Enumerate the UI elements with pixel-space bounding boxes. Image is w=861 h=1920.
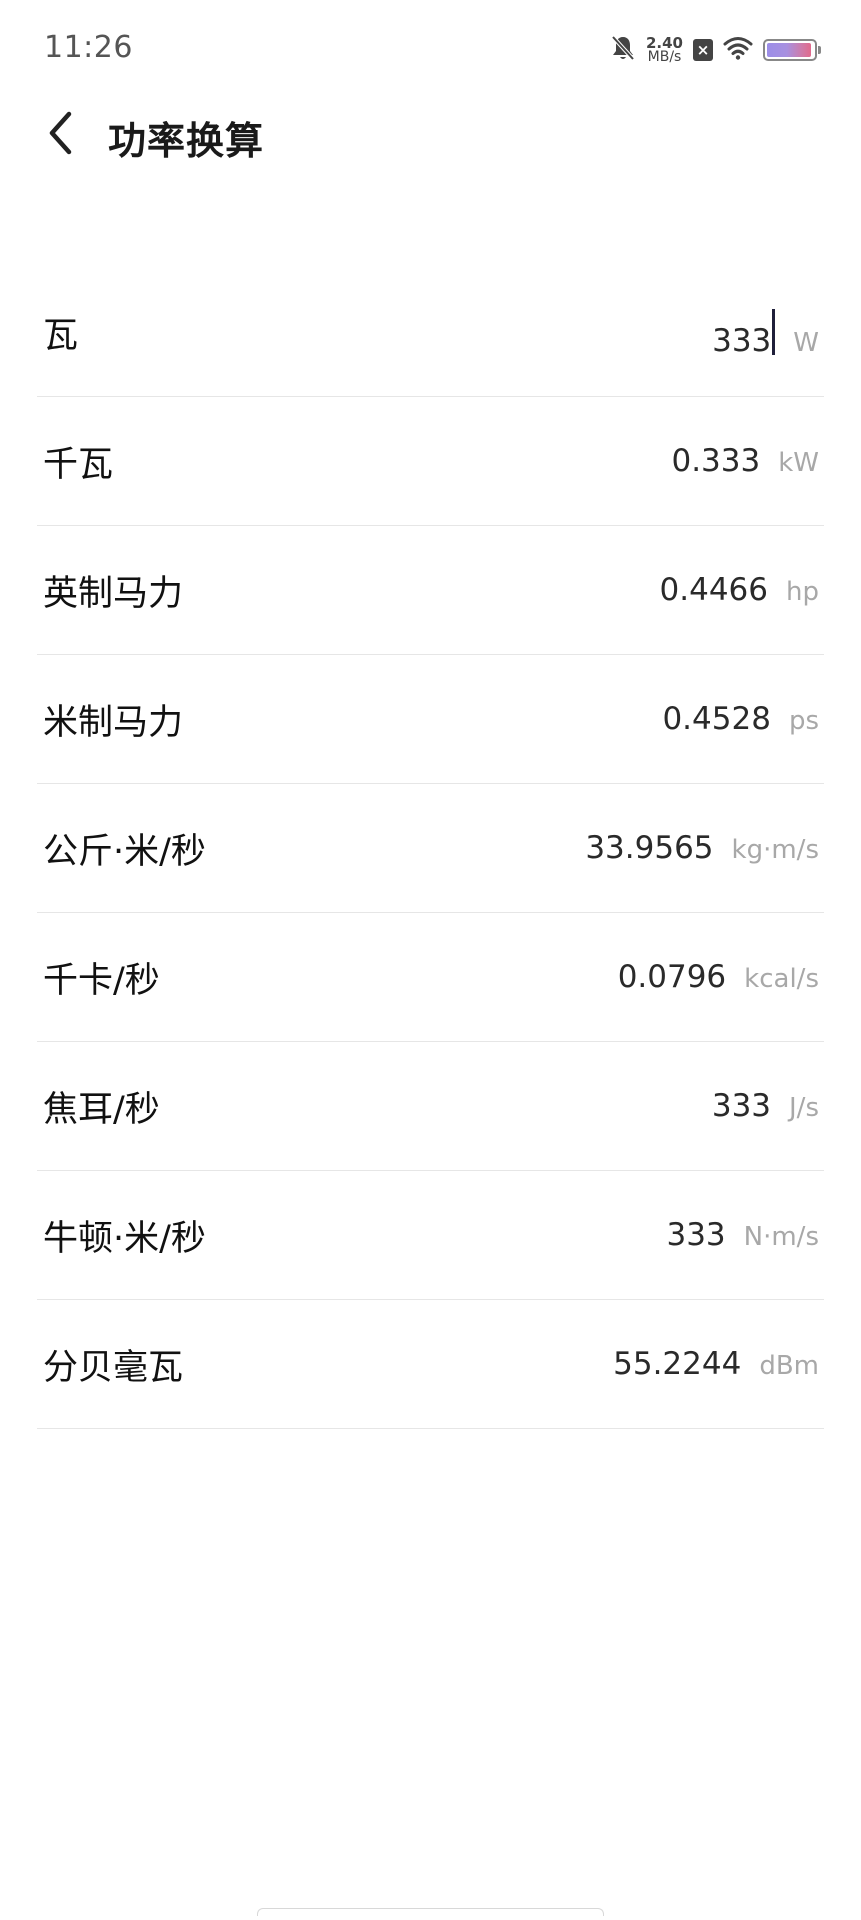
network-speed-value: 2.40	[645, 34, 683, 52]
row-label: 牛顿·米/秒	[43, 1218, 206, 1259]
row-unit: J/s	[789, 1093, 819, 1123]
row-label: 千卡/秒	[43, 960, 160, 1001]
status-bar: 11:26 2.40 MB/s ×	[0, 0, 861, 100]
row-value[interactable]: 0.4466	[660, 572, 768, 608]
row-label: 英制马力	[43, 573, 184, 614]
row-value[interactable]: 333	[666, 1217, 725, 1253]
row-input[interactable]: 333 N·m/s	[666, 1217, 824, 1253]
text-caret	[772, 309, 776, 355]
row-metric-horsepower[interactable]: 米制马力 0.4528 ps	[37, 655, 824, 784]
row-input[interactable]: 0.333 kW	[671, 443, 824, 479]
row-newton-meter-per-second[interactable]: 牛顿·米/秒 333 N·m/s	[37, 1171, 824, 1300]
row-kilocalorie-per-second[interactable]: 千卡/秒 0.0796 kcal/s	[37, 913, 824, 1042]
row-value[interactable]: 55.2244	[613, 1346, 741, 1382]
home-indicator[interactable]	[257, 1908, 604, 1916]
row-unit: hp	[786, 577, 819, 607]
row-label: 焦耳/秒	[43, 1089, 160, 1130]
status-time: 11:26	[44, 30, 133, 65]
row-unit: kW	[778, 448, 819, 478]
row-unit: N·m/s	[743, 1222, 819, 1252]
row-label: 米制马力	[43, 702, 184, 743]
row-unit: dBm	[759, 1351, 819, 1381]
row-input[interactable]: 333 W	[712, 305, 824, 359]
network-speed-unit: MB/s	[647, 49, 682, 65]
row-input[interactable]: 0.0796 kcal/s	[618, 959, 824, 995]
mute-bell-icon	[610, 34, 636, 66]
row-label: 分贝毫瓦	[43, 1347, 184, 1388]
network-speed: 2.40 MB/s	[645, 34, 683, 65]
row-input[interactable]: 333 J/s	[712, 1088, 824, 1124]
row-joule-per-second[interactable]: 焦耳/秒 333 J/s	[37, 1042, 824, 1171]
row-value[interactable]: 0.0796	[618, 959, 726, 995]
row-value[interactable]: 333	[712, 1088, 771, 1124]
row-imperial-horsepower[interactable]: 英制马力 0.4466 hp	[37, 526, 824, 655]
row-unit: W	[793, 328, 819, 358]
conversion-list: 瓦 333 W 千瓦 0.333 kW 英制马力 0.4466 hp 米制马力 …	[37, 268, 824, 1429]
row-unit: ps	[788, 706, 819, 736]
row-decibel-milliwatt[interactable]: 分贝毫瓦 55.2244 dBm	[37, 1300, 824, 1429]
battery-icon	[763, 39, 821, 61]
row-unit: kg·m/s	[731, 835, 819, 865]
row-input[interactable]: 0.4466 hp	[660, 572, 824, 608]
row-label: 千瓦	[43, 444, 114, 485]
row-value[interactable]: 0.4528	[662, 701, 770, 737]
back-button[interactable]	[30, 100, 90, 170]
row-input[interactable]: 55.2244 dBm	[613, 1346, 824, 1382]
row-value[interactable]: 0.333	[671, 443, 760, 479]
row-kilogram-meter-per-second[interactable]: 公斤·米/秒 33.9565 kg·m/s	[37, 784, 824, 913]
row-watt[interactable]: 瓦 333 W	[37, 268, 824, 397]
row-input[interactable]: 33.9565 kg·m/s	[585, 830, 824, 866]
chevron-left-icon	[45, 110, 75, 160]
row-value[interactable]: 33.9565	[585, 830, 713, 866]
row-unit: kcal/s	[744, 964, 819, 994]
row-value[interactable]: 333	[712, 323, 771, 359]
row-label: 公斤·米/秒	[43, 831, 206, 872]
battery-level	[767, 43, 811, 57]
page-title: 功率换算	[108, 119, 265, 163]
row-label: 瓦	[43, 315, 79, 356]
sim-x-icon: ×	[693, 39, 713, 61]
row-kilowatt[interactable]: 千瓦 0.333 kW	[37, 397, 824, 526]
row-input[interactable]: 0.4528 ps	[662, 701, 824, 737]
status-icons: 2.40 MB/s ×	[610, 30, 821, 70]
wifi-icon	[723, 36, 753, 64]
